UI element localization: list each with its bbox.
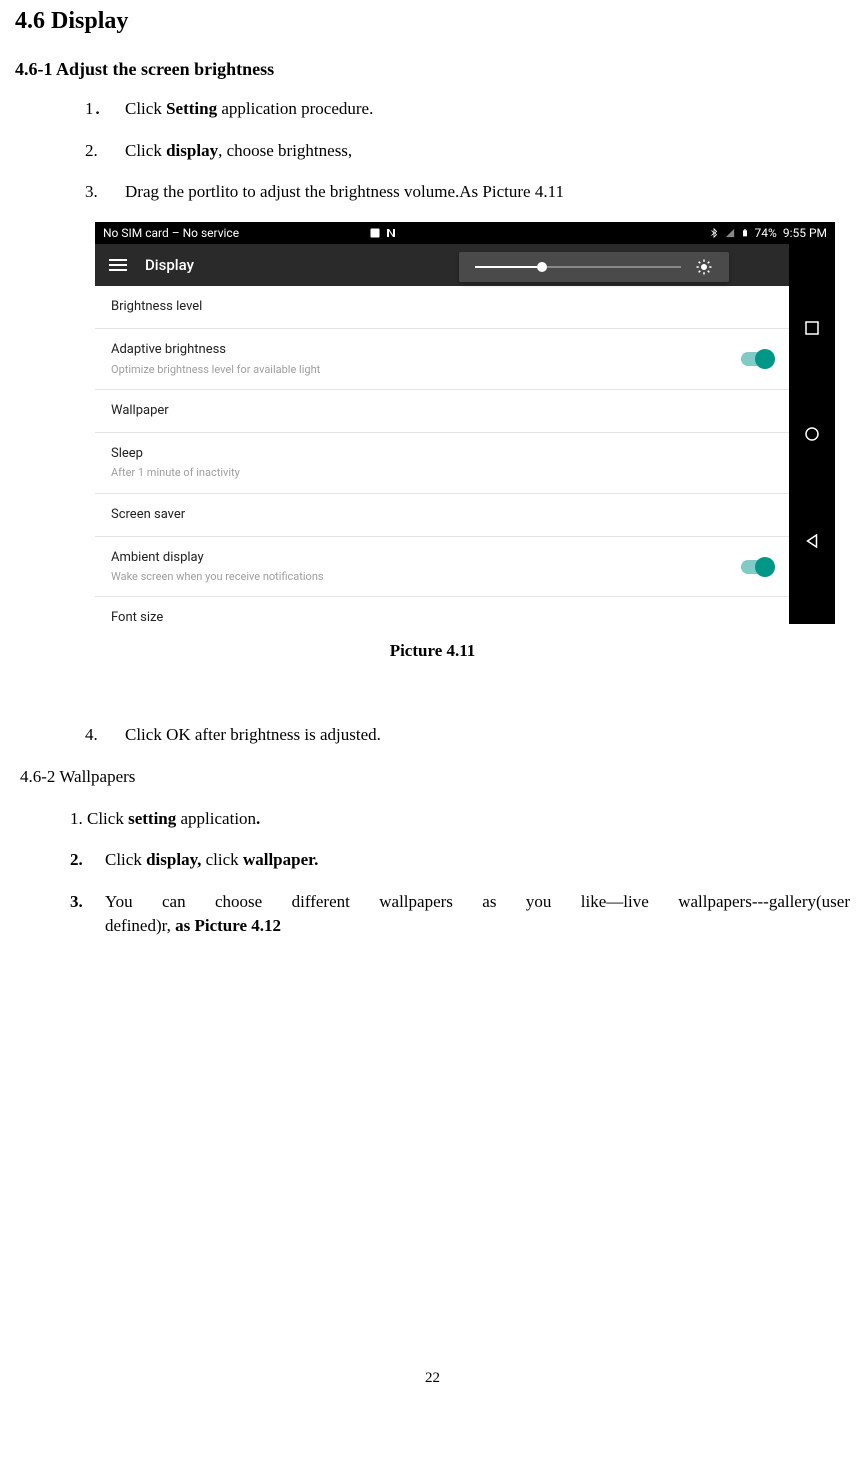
app-bar: Display	[95, 244, 789, 286]
page-number: 22	[15, 1368, 850, 1389]
step-text: Click OK after brightness is adjusted.	[125, 725, 381, 744]
list-number: 4.	[85, 723, 98, 747]
bluetooth-icon	[709, 227, 719, 239]
step-text: Drag the portlito to adjust the brightne…	[125, 182, 564, 201]
step-text: You can choose different wallpapers as y…	[105, 890, 850, 914]
statusbar-sim: No SIM card – No service	[103, 225, 239, 242]
step-text: Click	[125, 141, 166, 160]
hamburger-icon[interactable]	[109, 256, 127, 274]
step-text: Click	[105, 850, 146, 869]
list-number: 2.	[85, 139, 98, 163]
list-number: 1．	[85, 97, 111, 121]
subsection-heading: 4.6-2 Wallpapers	[20, 765, 850, 789]
step-text-bold: setting	[128, 809, 176, 828]
appbar-title: Display	[145, 255, 194, 276]
step-text-bold: as Picture 4.12	[175, 916, 281, 935]
setting-sleep[interactable]: Sleep After 1 minute of inactivity	[95, 433, 789, 494]
setting-title: Wallpaper	[111, 402, 773, 420]
setting-screen-saver[interactable]: Screen saver	[95, 494, 789, 537]
list-item: 1. Click setting application.	[15, 807, 850, 831]
section-heading: 4.6 Display	[15, 5, 850, 39]
list-item: 1． Click Setting application procedure.	[85, 97, 850, 121]
list-number: 3.	[85, 180, 98, 204]
setting-ambient-display[interactable]: Ambient display Wake screen when you rec…	[95, 537, 789, 598]
steps-list: 1． Click Setting application procedure. …	[15, 97, 850, 204]
setting-title: Brightness level	[111, 298, 773, 316]
recent-apps-icon[interactable]	[803, 319, 821, 337]
n-icon	[385, 227, 397, 239]
home-icon[interactable]	[803, 425, 821, 443]
setting-title: Ambient display	[111, 549, 741, 567]
steps-list: 4. Click OK after brightness is adjusted…	[15, 723, 850, 747]
screenshot-figure: No SIM card – No service 74% 9:55 PM Dis…	[95, 222, 835, 624]
statusbar: No SIM card – No service 74% 9:55 PM	[95, 222, 835, 244]
toggle-switch[interactable]	[741, 560, 773, 574]
setting-wallpaper[interactable]: Wallpaper	[95, 390, 789, 433]
list-item: 4. Click OK after brightness is adjusted…	[85, 723, 850, 747]
step-text-bold: wallpaper.	[243, 850, 318, 869]
battery-icon	[741, 227, 749, 239]
setting-title: Sleep	[111, 445, 773, 463]
setting-title: Font size	[111, 609, 773, 624]
list-item: 2. Click display, choose brightness,	[85, 139, 850, 163]
list-item: 3. You can choose different wallpapers a…	[70, 890, 850, 938]
slider-thumb[interactable]	[537, 262, 547, 272]
statusbar-right: 74% 9:55 PM	[709, 225, 827, 242]
step-text: , choose brightness,	[218, 141, 352, 160]
navigation-bar	[789, 244, 835, 624]
step-text: click	[206, 850, 243, 869]
step-text-bold: .	[256, 809, 260, 828]
statusbar-notification-icons	[369, 227, 397, 239]
image-icon	[369, 227, 381, 239]
list-item: 3. Drag the portlito to adjust the brigh…	[85, 180, 850, 204]
step-text-bold: Setting	[166, 99, 217, 118]
setting-subtitle: Optimize brightness level for available …	[111, 362, 741, 377]
step-text-bold: display,	[146, 850, 206, 869]
toggle-switch[interactable]	[741, 352, 773, 366]
step-text: Click	[125, 99, 166, 118]
setting-subtitle: After 1 minute of inactivity	[111, 465, 773, 480]
setting-subtitle: Wake screen when you receive notificatio…	[111, 569, 741, 584]
brightness-slider[interactable]	[459, 252, 729, 282]
step-text: 1. Click	[70, 809, 128, 828]
list-number: 3.	[70, 890, 83, 914]
back-icon[interactable]	[803, 532, 821, 550]
step-text: defined)r,	[105, 916, 175, 935]
setting-font-size[interactable]: Font size Default	[95, 597, 789, 624]
steps-list: 2. Click display, click wallpaper. 3. Yo…	[15, 848, 850, 937]
signal-icon	[725, 227, 735, 239]
setting-title: Screen saver	[111, 506, 773, 524]
subsection-heading: 4.6-1 Adjust the screen brightness	[15, 57, 850, 82]
list-number: 2.	[70, 848, 83, 872]
settings-list: Brightness level Adaptive brightness Opt…	[95, 286, 789, 624]
statusbar-time: 9:55 PM	[783, 225, 827, 242]
setting-title: Adaptive brightness	[111, 341, 741, 359]
setting-adaptive-brightness[interactable]: Adaptive brightness Optimize brightness …	[95, 329, 789, 390]
battery-percent: 74%	[755, 225, 777, 242]
slider-track[interactable]	[475, 266, 681, 268]
step-text: application procedure.	[217, 99, 373, 118]
setting-brightness-level[interactable]: Brightness level	[95, 286, 789, 329]
figure-caption: Picture 4.11	[15, 639, 850, 663]
brightness-icon	[695, 258, 713, 276]
list-item: 2. Click display, click wallpaper.	[70, 848, 850, 872]
step-text: application	[176, 809, 256, 828]
step-text-bold: display	[166, 141, 218, 160]
